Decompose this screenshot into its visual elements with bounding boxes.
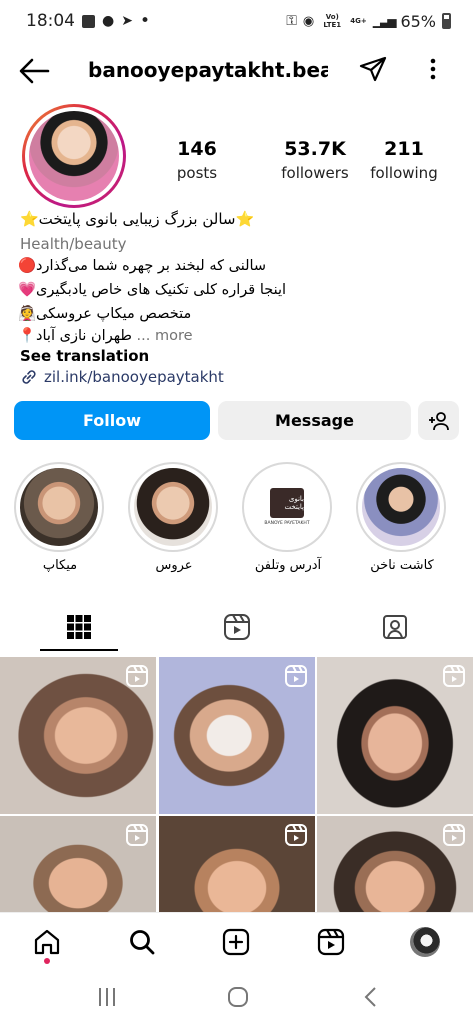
nav-search[interactable]: [125, 925, 159, 959]
reel-indicator-icon: [443, 824, 465, 846]
bio-more-link[interactable]: ... more: [137, 328, 193, 344]
reel-indicator-icon: [285, 665, 307, 687]
highlight-label: آدرس وتلفن: [254, 558, 322, 573]
profile-avatar[interactable]: [22, 104, 126, 208]
nav-profile[interactable]: [408, 925, 442, 959]
following-stat[interactable]: 211 following: [349, 138, 459, 182]
highlight-item[interactable]: میکاپ: [14, 462, 106, 573]
profile-username: banooyepaytakht.bea...: [88, 58, 328, 82]
battery-icon: [442, 13, 451, 29]
highlight-cover: [134, 468, 212, 546]
reel-indicator-icon: [443, 665, 465, 687]
post-thumbnail[interactable]: [0, 816, 156, 912]
bottom-navigation: [0, 912, 473, 970]
highlight-cover: بانوی پایتخت BANOYE PAYETAKHT: [248, 468, 326, 546]
home-notification-dot: [44, 958, 50, 964]
system-back-icon[interactable]: [358, 984, 384, 1010]
volte-indicator: Vo) LTE1: [323, 13, 342, 29]
reels-icon: [317, 928, 345, 956]
profile-link[interactable]: zil.ink/banooyepaytakht: [20, 368, 224, 386]
highlight-label: میکاپ: [42, 558, 78, 573]
active-tab-indicator: [40, 649, 118, 651]
post-thumbnail[interactable]: [0, 657, 156, 814]
signal-icon: ▁▃▅: [372, 14, 397, 28]
chat-icon: ●: [102, 13, 115, 29]
send-icon[interactable]: [358, 54, 388, 84]
post-thumbnail[interactable]: [159, 816, 315, 912]
highlight-item[interactable]: کاشت ناخن: [356, 462, 448, 573]
grid-icon: [66, 615, 91, 639]
home-icon: [34, 929, 60, 955]
tagged-icon: [382, 615, 407, 639]
highlight-label: عروس: [155, 558, 193, 573]
see-translation-link[interactable]: See translation: [20, 347, 149, 365]
posts-count: 146: [177, 138, 217, 160]
profile-avatar-icon: [410, 927, 440, 957]
nav-create[interactable]: [219, 925, 253, 959]
posts-stat[interactable]: 146 posts: [142, 138, 252, 182]
highlight-item[interactable]: بانوی پایتخت BANOYE PAYETAKHT آدرس وتلفن: [242, 462, 334, 573]
top-bar: banooyepaytakht.bea...: [0, 46, 473, 96]
gallery-icon: [82, 14, 95, 28]
home-button-icon[interactable]: [225, 984, 251, 1010]
posts-label: posts: [176, 164, 218, 182]
search-icon: [130, 930, 155, 955]
battery-level: 65%: [400, 11, 436, 31]
follow-button[interactable]: Follow: [14, 401, 210, 440]
profile-link-text: zil.ink/banooyepaytakht: [44, 368, 224, 386]
tab-tagged[interactable]: [316, 604, 473, 650]
nav-reels[interactable]: [314, 925, 348, 959]
following-label: following: [370, 164, 438, 182]
link-icon: [22, 370, 36, 384]
profile-display-name: ⭐سالن بزرگ زیبایی بانوی پایتخت⭐: [20, 210, 255, 228]
more-options-icon[interactable]: [420, 54, 446, 84]
key-icon: ⚿: [286, 13, 297, 29]
hotspot-icon: ◉: [302, 13, 315, 29]
bio-last-line: طهران نازی آباد📍: [18, 328, 132, 344]
highlight-cover: [20, 468, 98, 546]
reels-icon: [223, 614, 250, 640]
highlight-label: کاشت ناخن: [370, 558, 434, 573]
post-thumbnail[interactable]: [159, 657, 315, 814]
bio-line: اینجا قراره کلی تکنیک های خاص یادبگیری💗: [18, 282, 287, 298]
logo-subtitle: BANOYE PAYETAKHT: [264, 521, 310, 526]
bio-line: متخصص میکاپ عروسکی👰: [18, 306, 192, 322]
tab-posts-grid[interactable]: [0, 604, 157, 650]
create-post-icon: [222, 928, 250, 956]
tab-reels[interactable]: [158, 604, 315, 650]
suggested-users-button[interactable]: [418, 401, 459, 440]
post-thumbnail[interactable]: [317, 657, 473, 814]
status-bar: 18:04 ● ➤ • ⚿ ◉ Vo) LTE1 4G+ ▁▃▅ 65%: [0, 0, 473, 42]
following-count: 211: [384, 138, 424, 160]
profile-tabs: [0, 604, 473, 651]
nav-home[interactable]: [30, 925, 64, 959]
reel-indicator-icon: [126, 824, 148, 846]
bio-line-truncated: طهران نازی آباد📍 ... more: [18, 327, 193, 344]
message-button[interactable]: Message: [218, 401, 411, 440]
network-type: 4G+: [350, 17, 367, 25]
profile-category: Health/beauty: [20, 235, 127, 253]
logo-seal: بانوی پایتخت: [270, 488, 304, 518]
telegram-icon: ➤: [121, 13, 133, 29]
back-arrow-icon[interactable]: [18, 56, 50, 86]
post-thumbnail[interactable]: [317, 816, 473, 912]
reel-indicator-icon: [285, 824, 307, 846]
recent-apps-icon[interactable]: [94, 984, 120, 1010]
status-dot: •: [139, 11, 150, 31]
highlight-cover: [362, 468, 440, 546]
bio-line: سالنی که لبخند بر چهره شما می‌گذارد🔴: [18, 258, 267, 274]
system-navigation-bar: [0, 970, 473, 1024]
avatar-photo: [29, 111, 119, 201]
add-person-icon: [428, 411, 449, 430]
highlight-item[interactable]: عروس: [128, 462, 220, 573]
reel-indicator-icon: [126, 665, 148, 687]
status-time: 18:04: [26, 11, 75, 31]
